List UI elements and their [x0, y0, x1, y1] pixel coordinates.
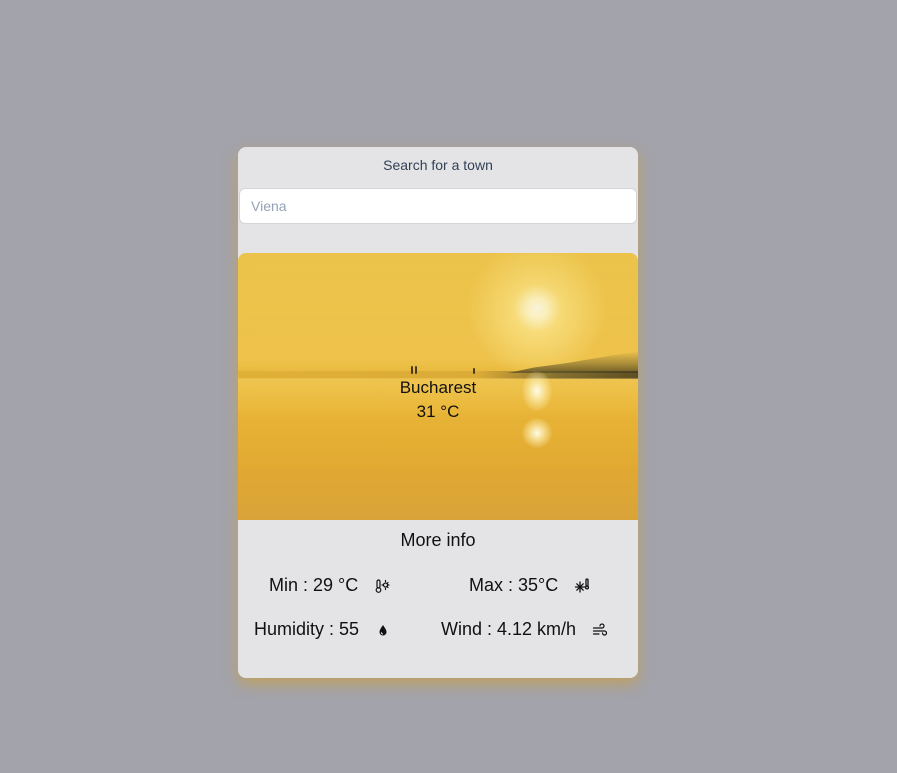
more-info-title: More info [400, 530, 476, 550]
weather-hero-image: Bucharest 31 °C [238, 253, 638, 520]
stat-humidity: Humidity : 55 [254, 619, 391, 640]
stat-min: Min : 29 °C [269, 575, 390, 596]
droplet-icon [375, 622, 391, 638]
stat-max-label: Max : 35°C [469, 575, 559, 595]
person-silhouette [473, 368, 475, 374]
stat-humidity-label: Humidity : 55 [254, 619, 360, 639]
stat-min-label: Min : 29 °C [269, 575, 359, 595]
sky-shade [238, 253, 638, 373]
person-silhouette [415, 366, 417, 374]
search-input[interactable] [239, 188, 637, 224]
search-label: Search for a town [383, 157, 493, 173]
person-silhouette [411, 366, 413, 374]
stat-max: Max : 35°C [469, 575, 590, 596]
thermometer-snowflake-icon [574, 577, 590, 594]
stat-wind: Wind : 4.12 km/h [441, 619, 608, 640]
current-temperature: 31 °C [416, 402, 460, 421]
wind-icon [592, 622, 608, 638]
stat-wind-label: Wind : 4.12 km/h [441, 619, 577, 639]
thermometer-sun-icon [374, 578, 390, 594]
city-name: Bucharest [399, 378, 477, 397]
weather-card: Search for a town Bucharest 31 °C More i… [238, 147, 638, 678]
